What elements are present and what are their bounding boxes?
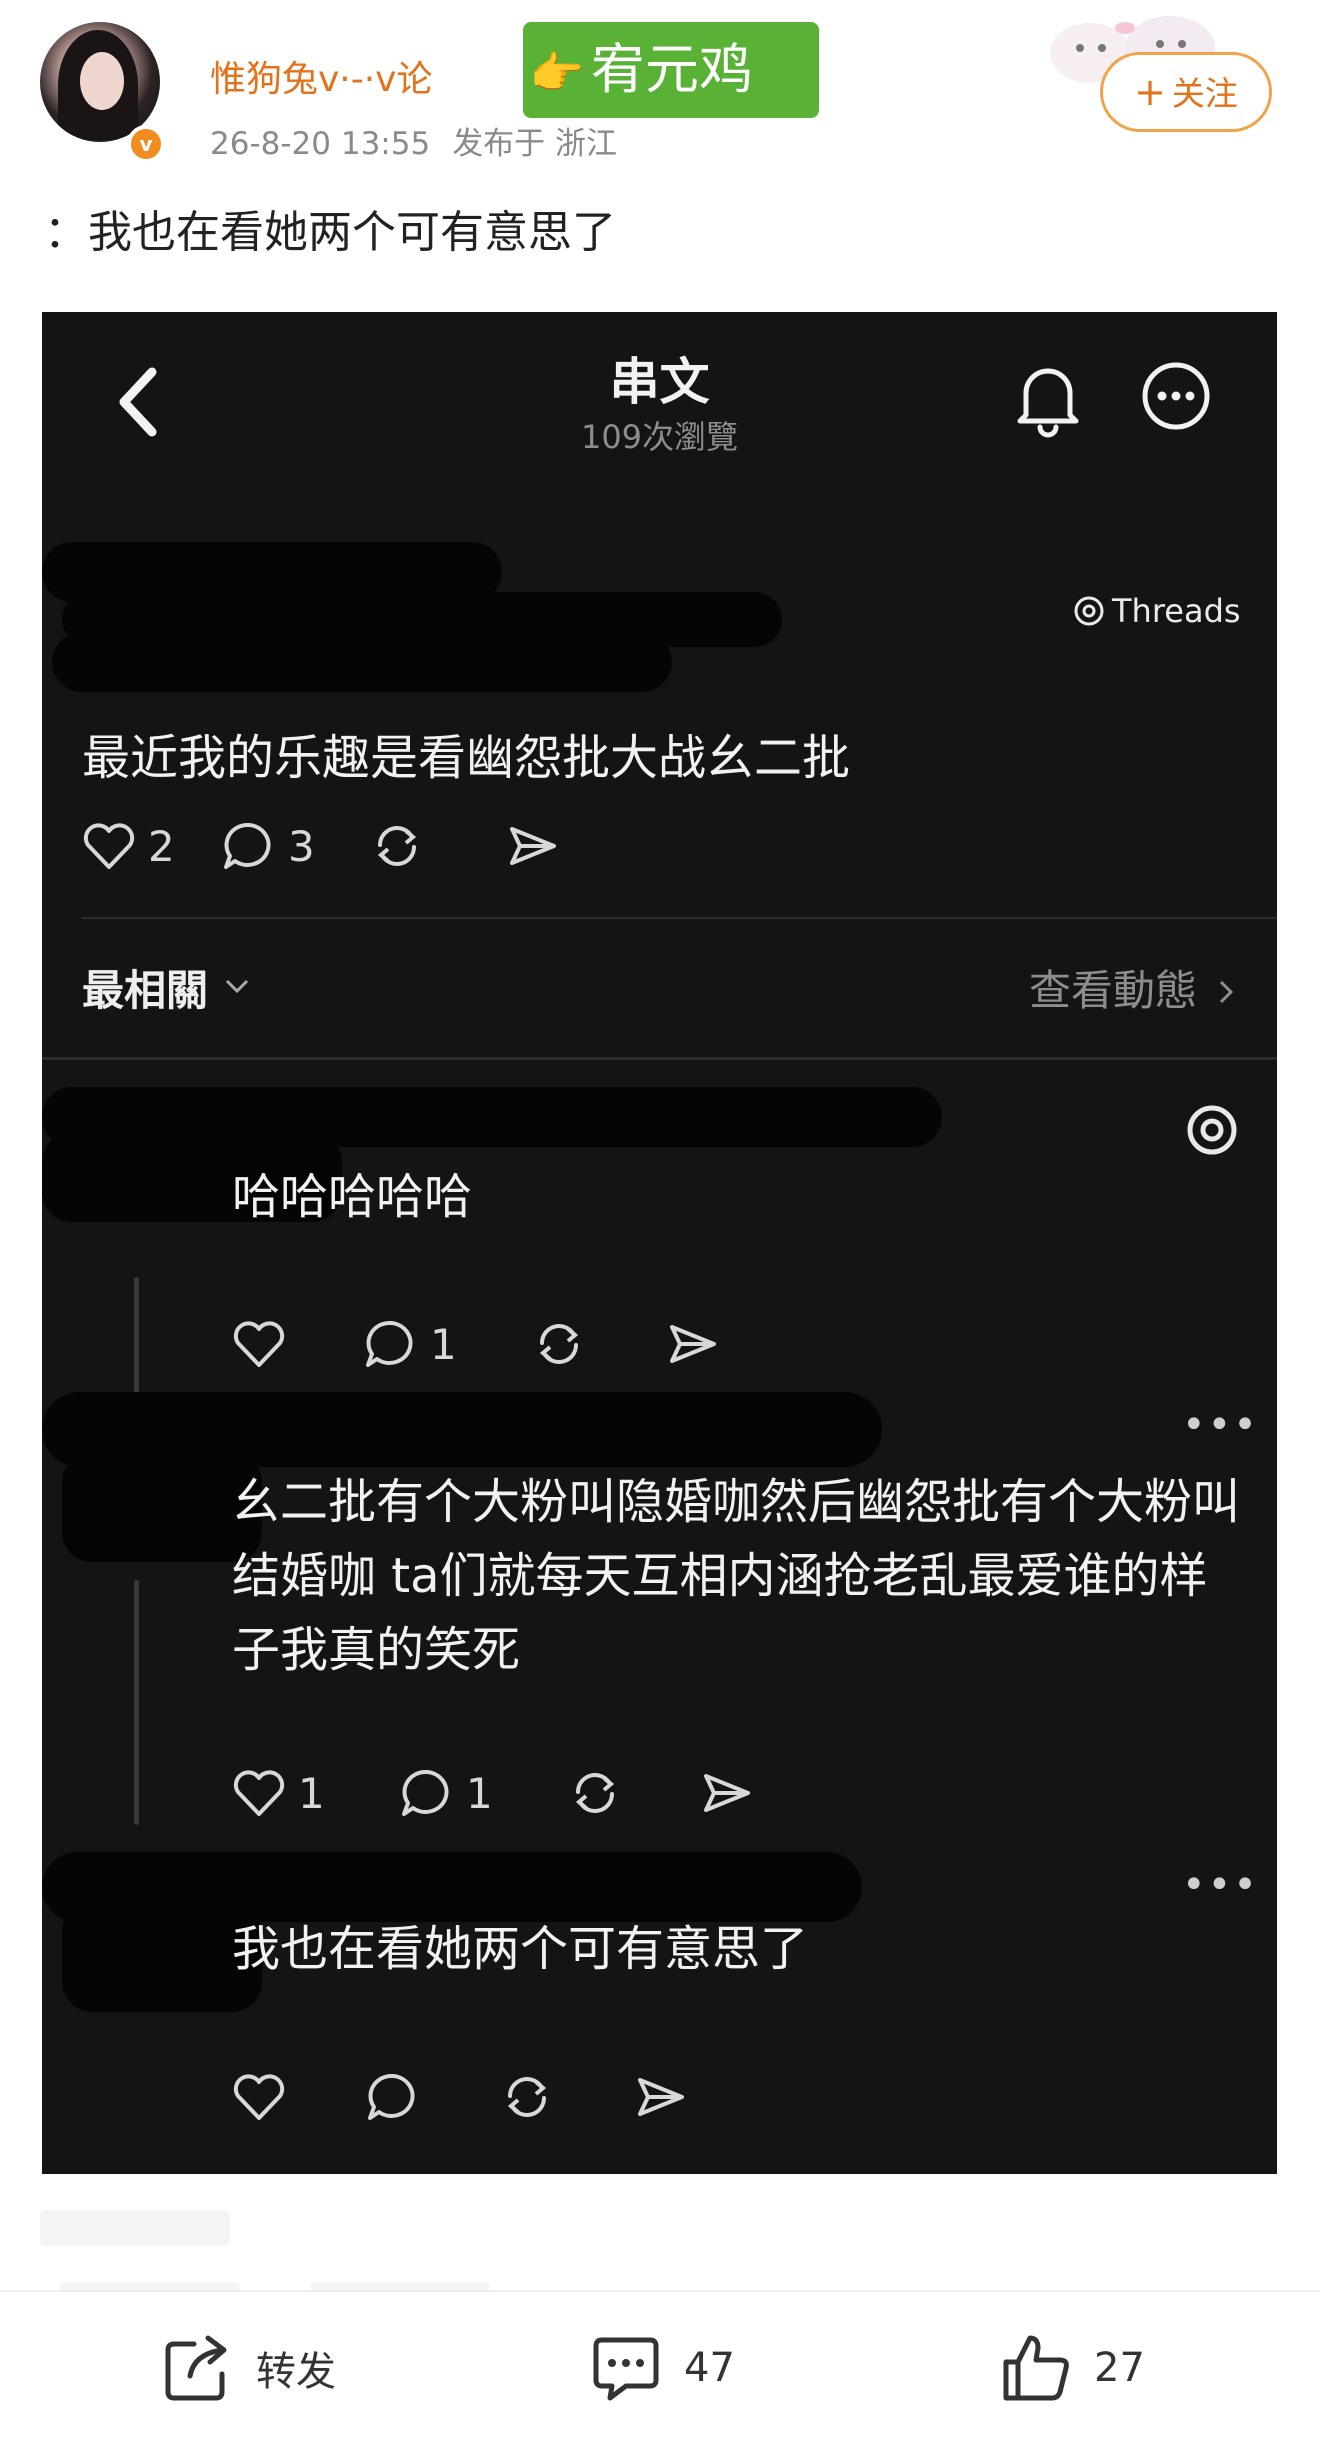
like-action [230, 1315, 298, 1373]
repost-action [530, 1315, 588, 1373]
comment-count: 1 [466, 1768, 493, 1818]
section-divider [42, 1057, 1277, 1060]
heart-icon [233, 1321, 285, 1367]
post-meta: 26-8-20 13:55 发布于 浙江 [210, 118, 639, 163]
like-count: 2 [148, 821, 175, 871]
follow-button[interactable]: + 关注 [1100, 52, 1272, 132]
share-action [664, 1315, 722, 1373]
heart-icon [233, 1770, 285, 1816]
repost-action [498, 2068, 556, 2126]
more-options-icon: ••• [1182, 1862, 1259, 1908]
like-action: 1 [230, 1764, 325, 1822]
more-options-icon: ••• [1182, 1402, 1259, 1448]
send-icon [638, 2078, 684, 2116]
comment-action [364, 2068, 432, 2126]
like-action [230, 2068, 298, 2126]
redaction-mark [52, 632, 672, 692]
share-arrow-icon [165, 2335, 227, 2401]
username[interactable]: 惟狗兔v·-·v论 [210, 50, 433, 102]
repost-action [566, 1764, 624, 1822]
view-count: 109次瀏覽 [580, 418, 739, 456]
thumbs-up-icon [1003, 2335, 1069, 2401]
follow-label: 关注 [1171, 74, 1238, 113]
comment-action: 1 [362, 1315, 457, 1373]
comment-icon [593, 2337, 659, 2401]
threads-logo-icon [1187, 1105, 1237, 1155]
like-count: 1 [298, 1768, 325, 1818]
threads-label: Threads [1112, 592, 1241, 630]
comment-action: 3 [220, 817, 315, 875]
chevron-down-icon [225, 979, 249, 994]
comment-action: 1 [398, 1764, 493, 1822]
bottom-divider [0, 2290, 1320, 2292]
repost-label: 转发 [256, 2349, 336, 2395]
faint-placeholder [40, 2210, 230, 2246]
share-action [632, 2068, 690, 2126]
repost-button[interactable]: 转发 [160, 2330, 336, 2406]
threads-watermark: Threads [1072, 592, 1241, 630]
repost-icon [377, 826, 417, 866]
comment-bubble-icon [366, 1320, 413, 1367]
pointing-hand-icon: 👉 [529, 48, 585, 99]
post-location: 发布于 浙江 [452, 126, 618, 162]
user-tag-badge[interactable]: 👉 宥元鸡 [523, 22, 819, 118]
comment-button[interactable]: 47 [588, 2330, 735, 2406]
heart-icon [83, 823, 135, 869]
reply-text: 我也在看她两个可有意思了 [232, 1921, 809, 1977]
sort-label: 最相關 [82, 966, 209, 1015]
send-icon [510, 827, 556, 865]
sort-dropdown: 最相關 [82, 957, 252, 1018]
thread-title: 串文 [609, 353, 710, 411]
threads-logo-icon [1074, 596, 1104, 626]
heart-icon [233, 2074, 285, 2120]
comment-count: 47 [684, 2345, 735, 2391]
repost-icon [507, 2077, 547, 2117]
like-action: 2 [80, 817, 175, 875]
repost-action [368, 817, 426, 875]
plus-icon: + [1134, 70, 1166, 114]
post-date: 26-8-20 13:55 [210, 126, 431, 162]
like-button[interactable]: 27 [998, 2330, 1145, 2406]
badge-text: 宥元鸡 [591, 38, 753, 101]
reply-text: 幺二批有个大粉叫隐婚咖然后幽怨批有个大粉叫结婚咖 ta们就每天互相内涵抢老乱最爱… [232, 1474, 1241, 1678]
comment-count: 1 [430, 1319, 457, 1369]
send-icon [704, 1774, 750, 1812]
comment-bubble-icon [402, 1769, 449, 1816]
user-avatar[interactable] [40, 22, 160, 142]
verified-badge-icon: v [127, 125, 165, 163]
share-action [698, 1764, 756, 1822]
comment-bubble-icon [224, 822, 271, 869]
more-options-icon [1142, 362, 1210, 430]
post-text: ：我也在看她两个可有意思了 [44, 207, 616, 258]
send-icon [670, 1325, 716, 1363]
activity-label: 查看動態 [1028, 966, 1197, 1015]
embedded-screenshot: 串文 109次瀏覽 Threads 最近我的乐趣是看幽怨批大战幺二批 2 3 最… [42, 312, 1277, 2174]
thread-line [134, 1277, 139, 1397]
view-activity-link: 查看動態 [1029, 957, 1237, 1018]
section-divider [82, 917, 1277, 919]
like-count: 27 [1094, 2345, 1145, 2391]
comment-bubble-icon [368, 2073, 415, 2120]
thread-line [134, 1580, 139, 1825]
chevron-right-icon [1219, 980, 1234, 1004]
repost-icon [575, 1773, 615, 1813]
reply-text: 哈哈哈哈哈 [232, 1169, 473, 1225]
thread-main-text: 最近我的乐趣是看幽怨批大战幺二批 [82, 730, 851, 786]
bell-icon [1017, 368, 1079, 438]
comment-count: 3 [288, 821, 315, 871]
repost-icon [539, 1324, 579, 1364]
share-action [504, 817, 562, 875]
